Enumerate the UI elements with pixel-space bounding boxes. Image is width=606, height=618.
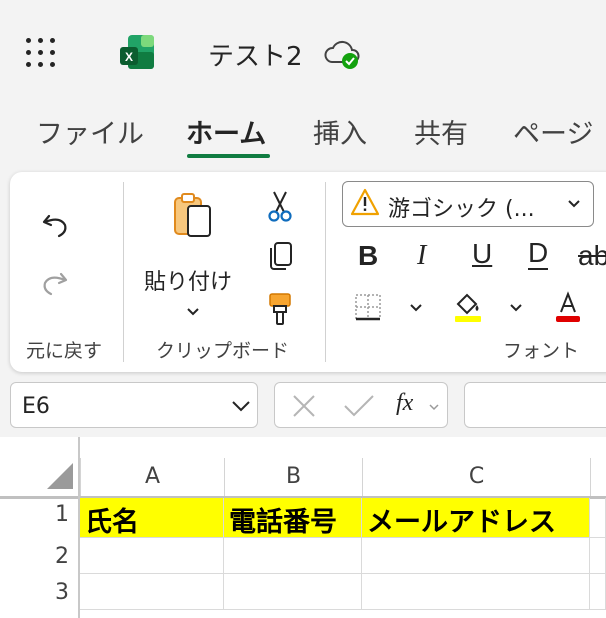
cell-a1[interactable]: 氏名 — [80, 498, 224, 538]
ribbon-divider — [325, 182, 326, 362]
paste-icon[interactable] — [172, 192, 214, 240]
cell-a2[interactable] — [80, 538, 224, 574]
svg-text:X: X — [125, 50, 133, 64]
chevron-down-icon[interactable] — [408, 302, 424, 314]
redo-icon[interactable] — [40, 268, 70, 298]
document-title[interactable]: テスト2 — [208, 36, 303, 73]
undo-icon[interactable] — [40, 210, 70, 240]
font-name-value: 游ゴシック (... — [388, 197, 535, 222]
cell-text: メールアドレス — [367, 507, 556, 538]
cell-b3[interactable] — [224, 574, 362, 610]
tab-insert[interactable]: 挿入 — [313, 112, 367, 151]
italic-button[interactable]: I — [417, 240, 426, 272]
select-all-button[interactable] — [46, 462, 74, 490]
row-header-1[interactable]: 1 — [0, 502, 79, 527]
paste-button[interactable]: 貼り付け — [144, 264, 232, 296]
fill-color-icon[interactable] — [452, 290, 484, 324]
cell-c3[interactable] — [362, 574, 590, 610]
excel-logo-icon[interactable]: X — [118, 33, 156, 71]
format-painter-icon[interactable] — [266, 292, 294, 326]
tab-file[interactable]: ファイル — [36, 112, 144, 151]
waffle-icon[interactable] — [24, 36, 58, 70]
cancel-icon[interactable] — [290, 392, 318, 420]
column-header-a[interactable]: A — [80, 458, 224, 496]
tab-page[interactable]: ページ — [513, 112, 593, 151]
column-header-c[interactable]: C — [362, 458, 590, 496]
copy-icon[interactable] — [266, 240, 294, 272]
cloud-saved-icon[interactable] — [324, 38, 362, 70]
row-header-3[interactable]: 3 — [0, 580, 79, 605]
tab-home[interactable]: ホーム — [186, 112, 266, 151]
borders-icon[interactable] — [353, 292, 383, 322]
cell-b1[interactable]: 電話番号 — [224, 498, 362, 538]
tab-share[interactable]: 共有 — [414, 112, 468, 151]
ribbon-divider — [123, 182, 124, 362]
insert-function-button[interactable]: fx — [396, 390, 413, 417]
underline-button[interactable]: U — [472, 238, 492, 270]
cell-d3[interactable] — [590, 574, 606, 610]
cell-text: 電話番号 — [229, 507, 337, 538]
active-tab-indicator — [187, 154, 270, 158]
enter-check-icon[interactable] — [342, 392, 376, 420]
name-box-value: E6 — [22, 394, 50, 419]
cut-icon[interactable] — [266, 190, 294, 222]
double-underline-button[interactable]: D — [528, 238, 549, 270]
chevron-down-icon[interactable] — [230, 398, 252, 414]
cell-d2[interactable] — [590, 538, 606, 574]
bold-button[interactable]: B — [358, 240, 378, 272]
font-group-label: フォント — [503, 340, 580, 362]
cell-d1[interactable] — [590, 498, 606, 538]
strikethrough-button[interactable]: ab — [578, 240, 606, 272]
chevron-down-icon[interactable] — [428, 402, 440, 412]
cell-text: 氏名 — [85, 507, 139, 538]
column-header-d[interactable] — [590, 458, 606, 496]
row-header-2[interactable]: 2 — [0, 544, 79, 569]
warning-icon — [350, 188, 380, 216]
chevron-down-icon[interactable] — [185, 306, 201, 318]
undo-group-label: 元に戻す — [26, 340, 103, 362]
chevron-down-icon[interactable] — [566, 198, 582, 210]
clipboard-group-label: クリップボード — [156, 340, 290, 362]
column-header-b[interactable]: B — [224, 458, 362, 496]
chevron-down-icon[interactable] — [508, 302, 524, 314]
cell-b2[interactable] — [224, 538, 362, 574]
font-color-icon[interactable] — [553, 290, 583, 324]
formula-input[interactable] — [464, 382, 606, 428]
cell-c1[interactable]: メールアドレス — [362, 498, 590, 538]
cell-c2[interactable] — [362, 538, 590, 574]
cell-a3[interactable] — [80, 574, 224, 610]
